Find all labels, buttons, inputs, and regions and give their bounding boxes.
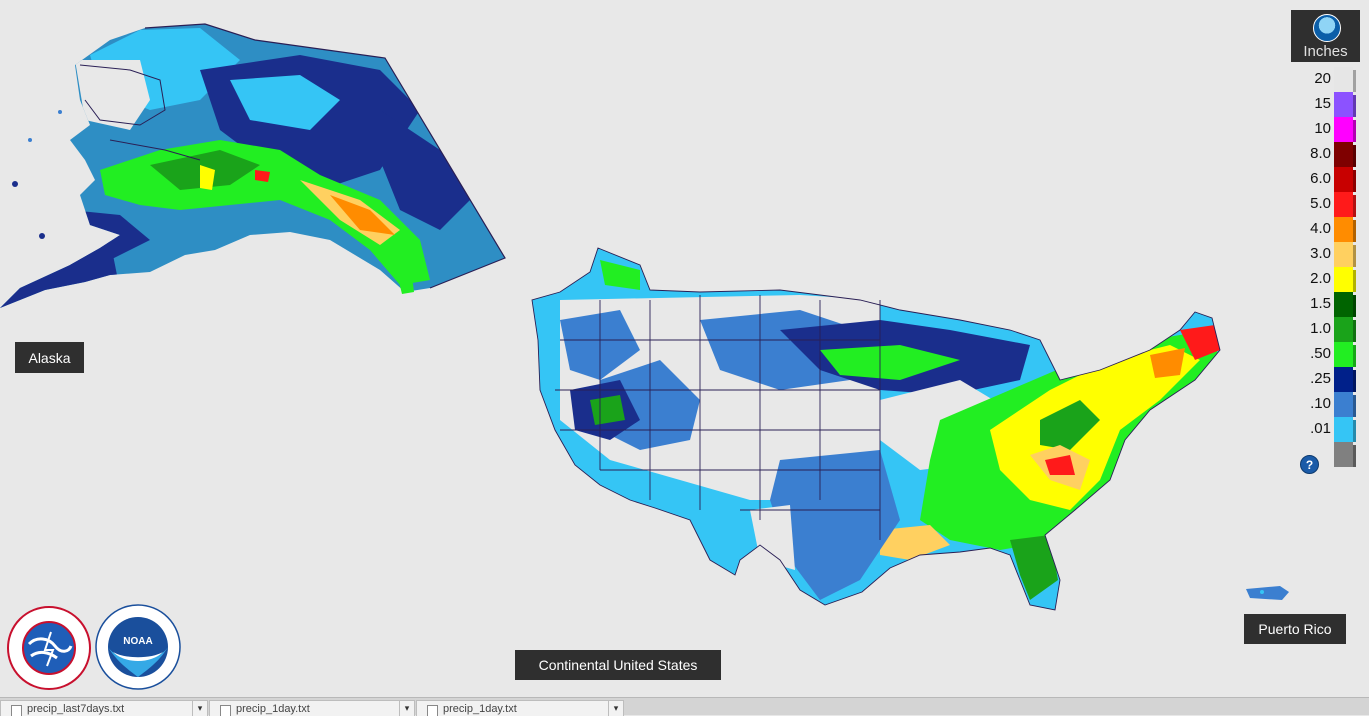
download-filename: precip_1day.txt [443,703,517,715]
legend-swatch [1334,392,1353,417]
legend-label: 3.0 [1310,245,1331,262]
document-icon [427,705,438,716]
alaska-precip-region [0,24,505,308]
legend-label: .01 [1310,420,1331,437]
legend-label: 1.5 [1310,295,1331,312]
alaska-button[interactable]: Alaska [15,342,84,373]
noaa-logo: NOAA [95,604,181,690]
legend-swatch [1334,242,1353,267]
puerto-rico-region [1246,586,1289,600]
help-icon[interactable]: ? [1300,455,1319,474]
noaa-small-logo-icon [1313,14,1341,42]
legend-label: 5.0 [1310,195,1331,212]
legend-label: 20 [1314,70,1331,87]
legend-label: 4.0 [1310,220,1331,237]
legend-unit: Inches [1303,43,1348,60]
noaa-logo-text: NOAA [123,636,152,647]
conus-button[interactable]: Continental United States [515,650,721,680]
legend-swatch [1334,442,1353,467]
legend-label: .25 [1310,370,1331,387]
legend-label: 2.0 [1310,270,1331,287]
legend-label: 15 [1314,95,1331,112]
legend-swatch [1334,267,1353,292]
legend-label: 1.0 [1310,320,1331,337]
legend-swatch [1334,192,1353,217]
legend-swatch [1334,317,1353,342]
legend-label: 10 [1314,120,1331,137]
legend-swatch [1334,117,1353,142]
downloads-bar: precip_last7days.txt ▾ precip_1day.txt ▾… [0,697,1369,716]
legend-swatch [1334,142,1353,167]
legend-swatch [1334,367,1353,392]
legend-header: Inches [1291,10,1360,62]
legend-swatch [1334,167,1353,192]
precip-legend: Inches 20 15 10 8.0 6.0 5.0 4.0 3.0 2.0 1.5 1.0 .50… [1291,10,1360,475]
legend-label: .50 [1310,345,1331,362]
document-icon [220,705,231,716]
legend-swatch [1334,67,1353,92]
download-filename: precip_last7days.txt [27,703,125,715]
legend-swatch [1334,342,1353,367]
legend-label: 8.0 [1310,145,1331,162]
download-filename: precip_1day.txt [236,703,310,715]
legend-label: .10 [1310,395,1331,412]
puerto-rico-button[interactable]: Puerto Rico [1244,614,1346,644]
legend-swatch [1334,292,1353,317]
document-icon [11,705,22,716]
precipitation-map[interactable] [0,0,1369,696]
nws-logo [7,606,91,690]
legend-swatch [1334,217,1353,242]
legend-swatch [1334,92,1353,117]
legend-label: 6.0 [1310,170,1331,187]
legend-swatch [1334,417,1353,442]
